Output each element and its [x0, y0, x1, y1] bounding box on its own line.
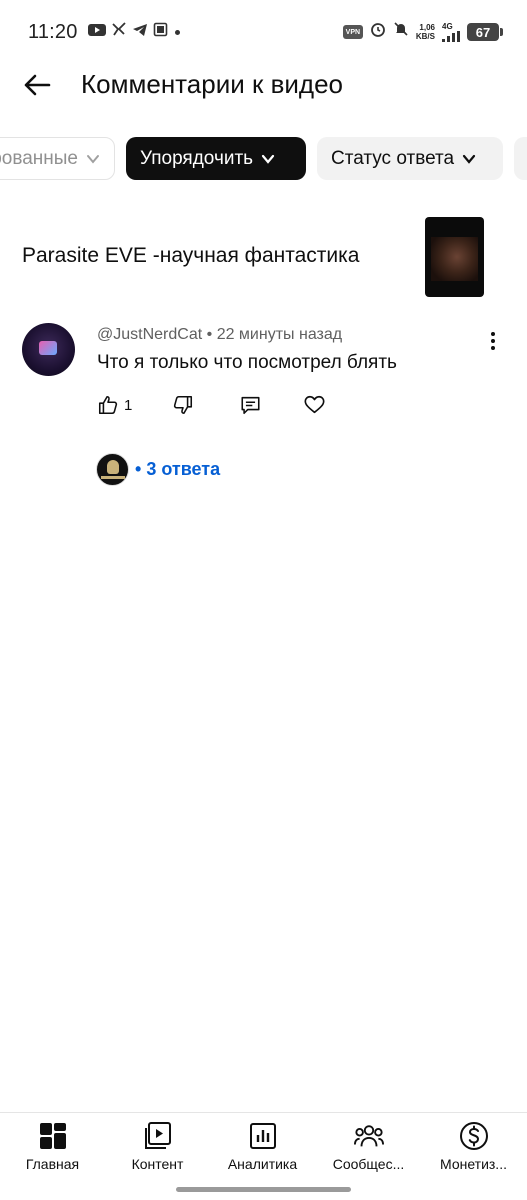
replies-bullet: • — [135, 458, 142, 479]
bottom-nav: Главная Контент Аналитика Сообщес... Мон… — [0, 1112, 527, 1174]
chevron-down-icon — [86, 152, 100, 166]
more-options-button[interactable] — [482, 328, 504, 354]
net-speed: 1,06 KB/S — [415, 23, 435, 41]
like-button[interactable]: 1 — [97, 392, 132, 418]
comment: @JustNerdCat • 22 минуты назад Что я тол… — [0, 320, 527, 430]
nav-analytics[interactable]: Аналитика — [210, 1121, 315, 1172]
view-replies-button[interactable]: • 3 ответа — [96, 452, 220, 486]
more-notifications-dot — [174, 29, 180, 35]
bird-icon — [111, 21, 127, 43]
comment-author[interactable]: @JustNerdCat — [97, 326, 202, 343]
reply-avatar — [96, 452, 129, 486]
comment-icon — [241, 396, 260, 415]
monetization-dollar-icon — [459, 1121, 489, 1151]
chevron-down-icon — [261, 152, 275, 166]
status-bar: 11:20 VPN 1,06 KB/S 4G 67 — [0, 0, 527, 64]
heart-button[interactable] — [303, 392, 326, 418]
community-icon — [353, 1121, 384, 1151]
alarm-icon — [370, 21, 386, 43]
chip-next-partial[interactable] — [514, 137, 527, 180]
chip-reply-status[interactable]: Статус ответа — [317, 137, 503, 180]
chip-filter-partial[interactable]: рованные — [0, 137, 115, 180]
vpn-badge: VPN — [342, 25, 363, 39]
nav-community-label: Сообщес... — [332, 1156, 405, 1172]
status-time: 11:20 — [28, 20, 78, 43]
replies-count-label: 3 ответа — [146, 458, 221, 479]
gesture-bar[interactable] — [176, 1187, 351, 1192]
heart-icon — [304, 395, 325, 414]
comment-text: Что я только что посмотрел блять — [97, 352, 397, 373]
back-button[interactable] — [22, 70, 52, 100]
nav-home[interactable]: Главная — [0, 1121, 105, 1172]
content-play-icon — [143, 1121, 173, 1151]
video-row[interactable]: Parasite EVE -научная фантастика — [0, 215, 527, 299]
thumbs-up-icon — [98, 395, 118, 415]
comment-time: 22 минуты назад — [216, 326, 343, 343]
signal-icon: 4G — [442, 22, 460, 42]
mute-icon — [393, 21, 409, 43]
analytics-chart-icon — [248, 1121, 278, 1151]
video-title: Parasite EVE -научная фантастика — [22, 244, 360, 267]
telegram-icon — [132, 21, 148, 43]
like-count: 1 — [124, 396, 133, 414]
chevron-down-icon — [462, 152, 476, 166]
home-grid-icon — [38, 1121, 68, 1151]
nav-analytics-label: Аналитика — [227, 1156, 298, 1172]
nav-monetization[interactable]: Монетиз... — [421, 1121, 526, 1172]
filter-chips: рованные Упорядочить Статус ответа — [0, 137, 527, 181]
nav-home-label: Главная — [25, 1156, 80, 1172]
comments-screen: 11:20 VPN 1,06 KB/S 4G 67 Комментарии к … — [0, 0, 527, 1200]
avatar[interactable] — [22, 323, 75, 376]
chip-sort[interactable]: Упорядочить — [126, 137, 306, 180]
page-title: Комментарии к видео — [81, 69, 344, 99]
meta-separator: • — [206, 326, 213, 343]
header: Комментарии к видео — [0, 60, 527, 108]
nav-monetization-label: Монетиз... — [440, 1156, 507, 1172]
video-thumbnail[interactable] — [425, 217, 484, 297]
reply-button[interactable] — [239, 392, 262, 418]
thumbs-down-icon — [173, 395, 193, 415]
comment-actions: 1 — [0, 392, 527, 420]
comment-meta: @JustNerdCat • 22 минуты назад — [97, 326, 342, 344]
dislike-button[interactable] — [172, 392, 194, 418]
arrow-left-icon — [24, 74, 51, 96]
nav-community[interactable]: Сообщес... — [316, 1121, 421, 1172]
screenshot-icon — [153, 21, 168, 43]
battery-indicator: 67 — [467, 23, 503, 41]
nav-content-label: Контент — [131, 1156, 184, 1172]
nav-content[interactable]: Контент — [105, 1121, 210, 1172]
youtube-icon — [87, 21, 106, 43]
